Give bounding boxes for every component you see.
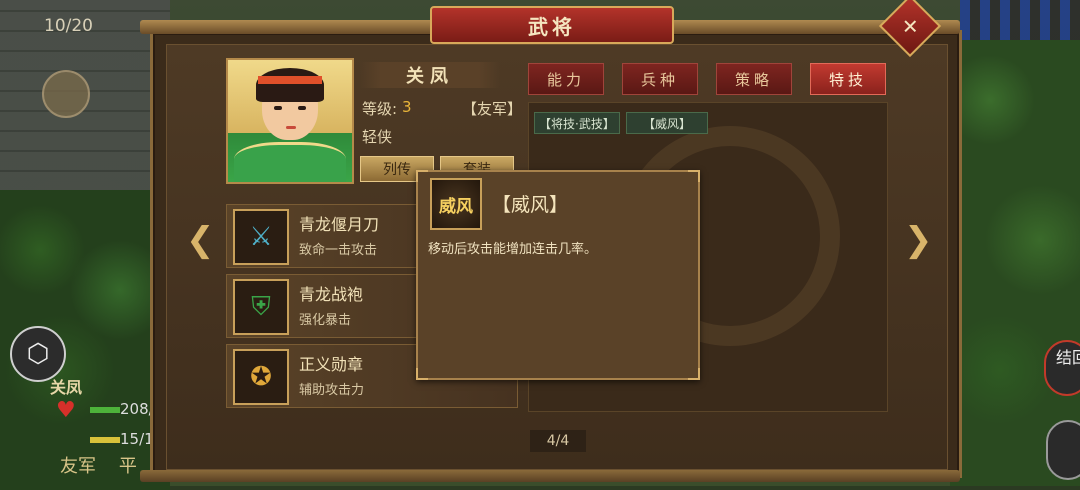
hp-bar: [90, 407, 120, 413]
unit-faction: 友军 平: [60, 456, 137, 477]
cube-icon: ⬡: [26, 339, 50, 369]
unit-name: 关凤: [50, 378, 83, 397]
medal-icon: ✪: [233, 349, 289, 405]
panel-title: 武将: [528, 14, 576, 39]
blade-icon: ⚔: [233, 209, 289, 265]
unit-hp: 208/: [120, 400, 154, 418]
hero-class: 轻侠: [362, 128, 393, 146]
prev-arrow-icon[interactable]: ❮: [186, 222, 215, 258]
unit-mp: 15/1: [120, 430, 154, 448]
equip-name: 青龙战袍: [299, 285, 364, 304]
hero-faction: 【友军】: [462, 100, 523, 118]
tooltip-description: 移动后攻击能增加连击几率。: [428, 242, 598, 257]
tab-strategy[interactable]: 策略: [716, 63, 792, 95]
hero-name-plate: 关凤: [360, 62, 500, 88]
tooltip-title: 【威风】: [492, 194, 569, 216]
skill-category-tag[interactable]: 【将技·武技】: [534, 112, 620, 134]
map-tiles: [960, 0, 1080, 40]
panel-bottom-rail: [140, 470, 960, 482]
level-value: 3: [402, 98, 412, 116]
close-icon: ✕: [901, 13, 919, 38]
map-portrait-button[interactable]: [42, 70, 90, 118]
forest-right: [950, 40, 1080, 486]
hero-portrait: [226, 58, 354, 184]
heart-icon: ♥: [56, 398, 76, 423]
armor-icon: ⛨: [233, 279, 289, 335]
title-banner: 武将: [430, 6, 674, 44]
turn-counter: 10/20: [44, 16, 93, 36]
tab-troop[interactable]: 兵种: [622, 63, 698, 95]
tab-ability[interactable]: 能力: [528, 63, 604, 95]
next-arrow-icon[interactable]: ❯: [904, 222, 933, 258]
level-label: 等级:: [362, 100, 398, 118]
info-button[interactable]: [1046, 420, 1080, 480]
skill-icon: 威风: [430, 178, 482, 230]
end-turn-button[interactable]: 结回: [1044, 340, 1080, 396]
equip-desc: 辅助攻击力: [299, 383, 365, 398]
equip-name: 青龙偃月刀: [299, 215, 380, 234]
equip-desc: 致命一击攻击: [299, 243, 378, 258]
page-indicator: 4/4: [530, 430, 586, 452]
hero-name: 关凤: [406, 66, 454, 87]
equip-desc: 强化暴击: [299, 313, 352, 328]
equip-name: 正义勋章: [299, 355, 364, 374]
skill-tag-weifeng[interactable]: 【威风】: [626, 112, 708, 134]
tab-skill[interactable]: 特技: [810, 63, 886, 95]
mp-bar: [90, 437, 120, 443]
